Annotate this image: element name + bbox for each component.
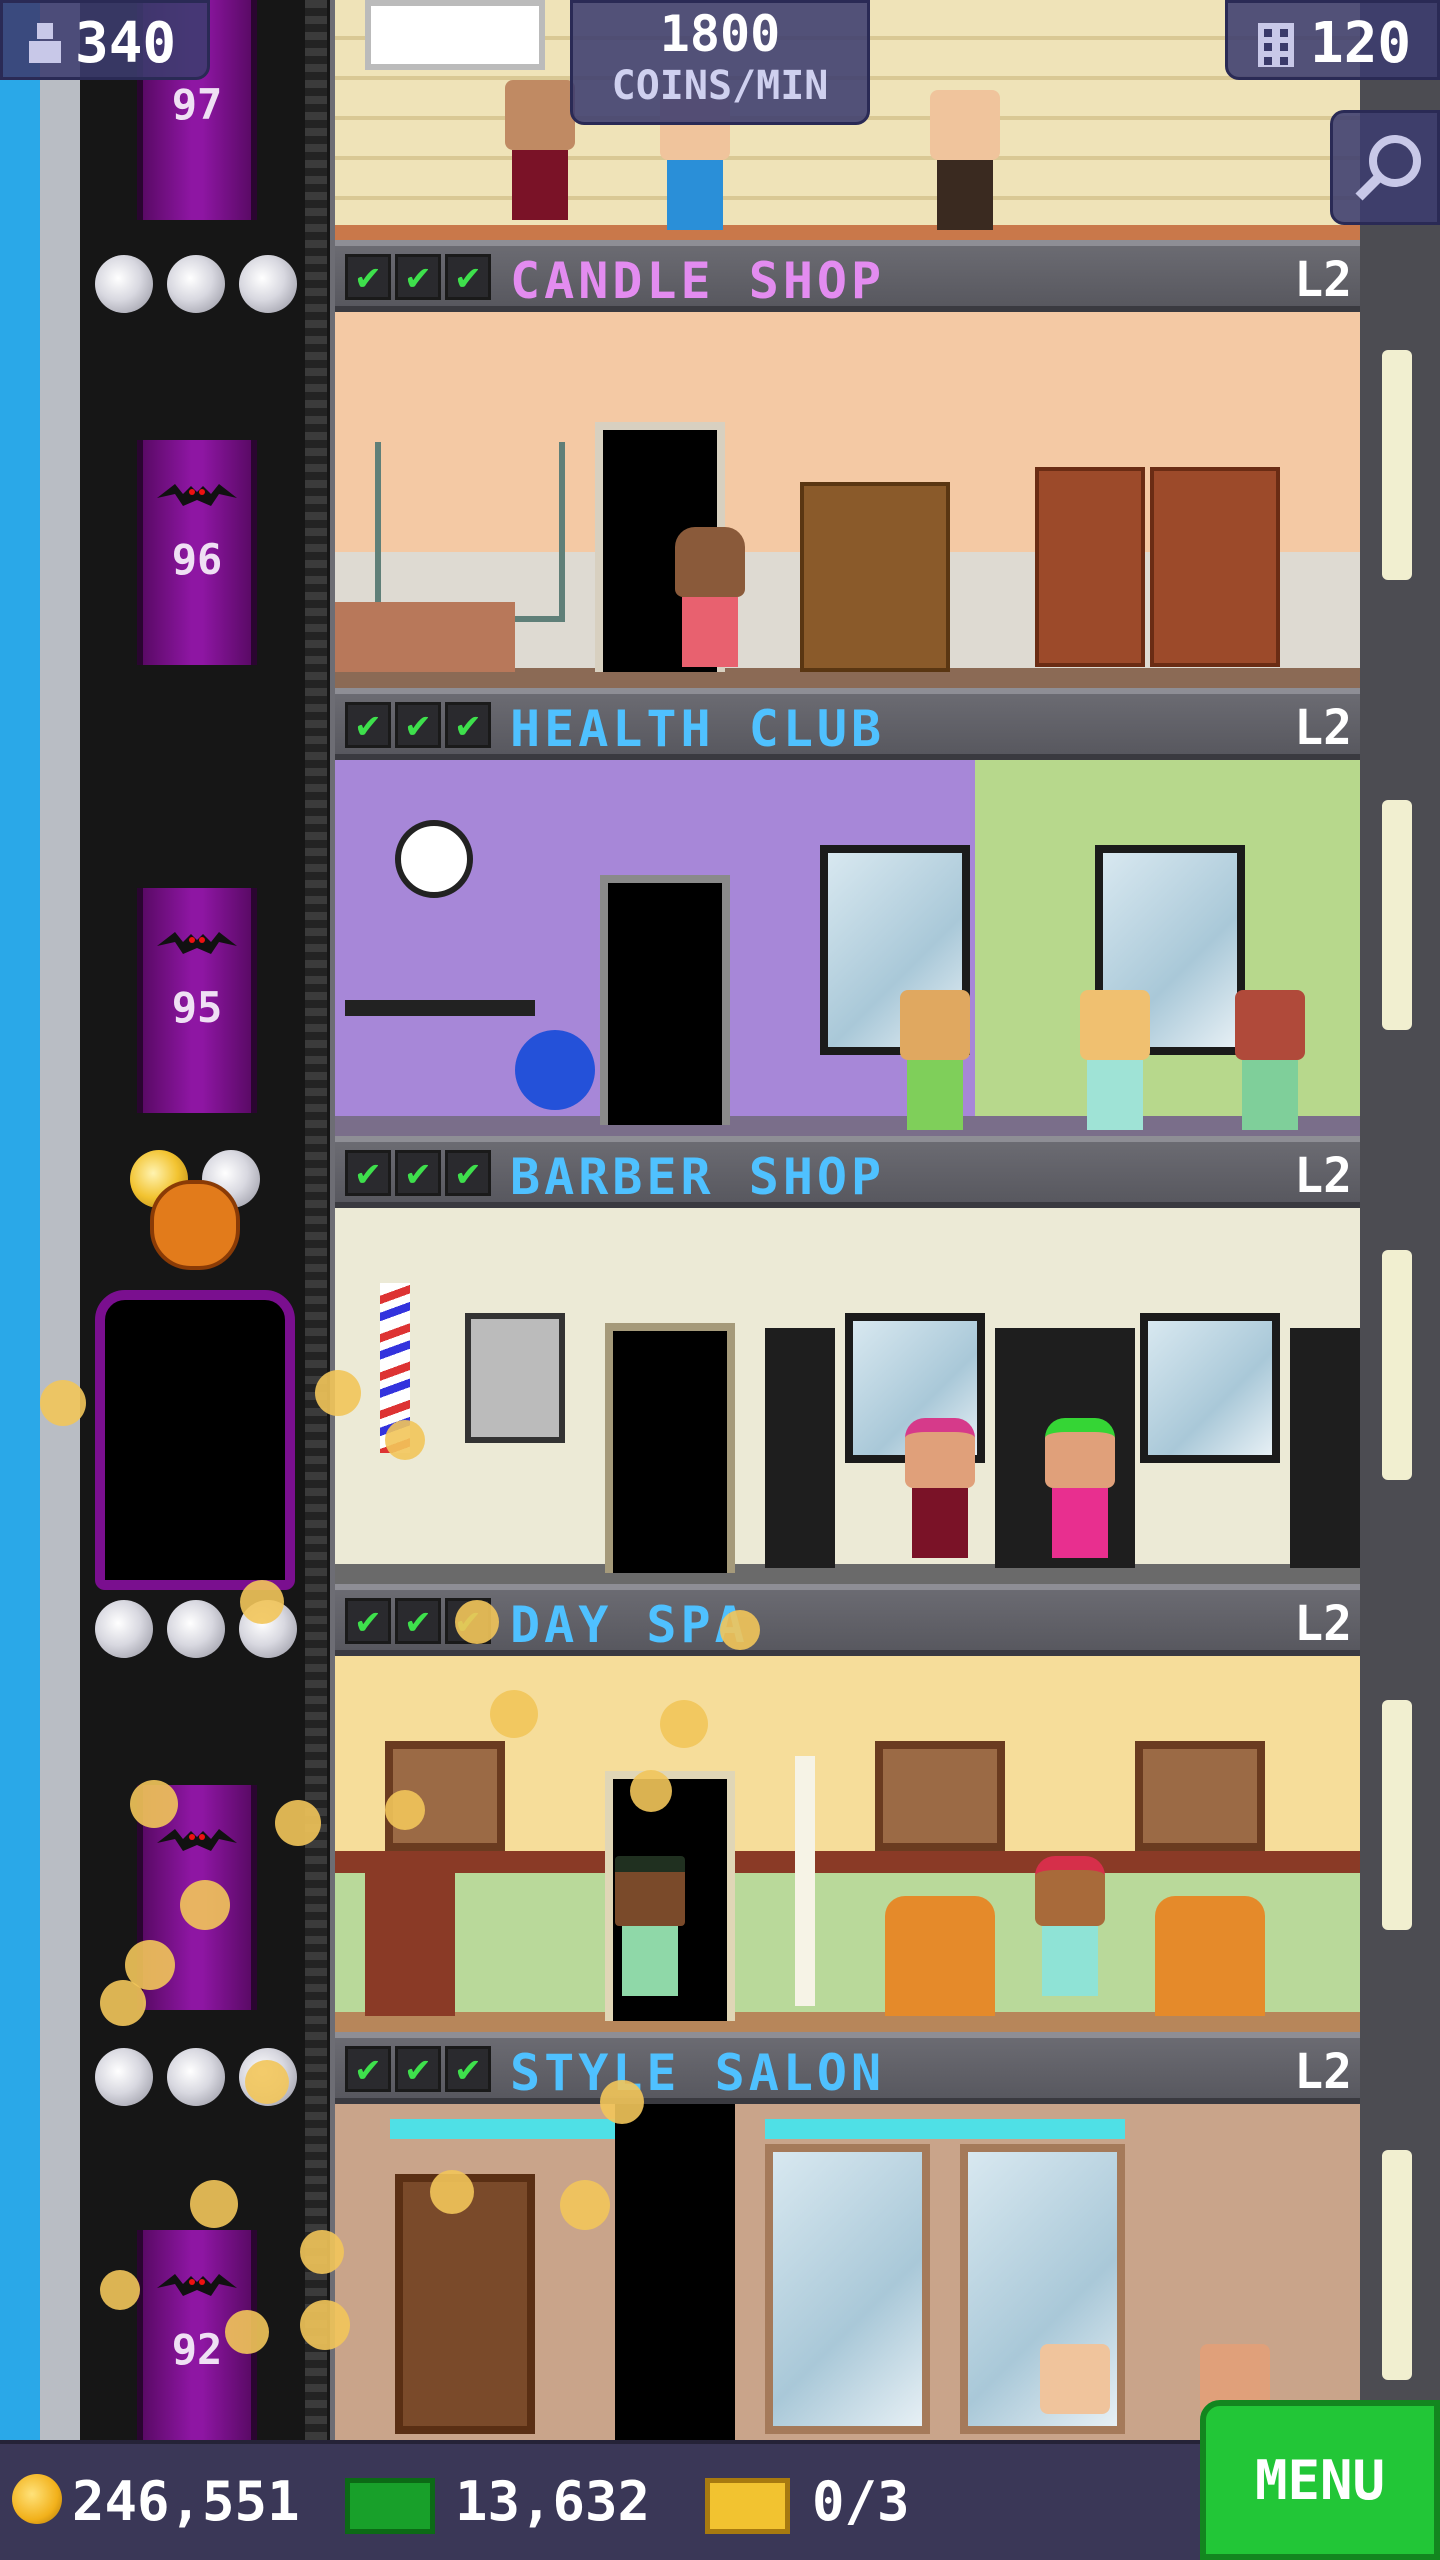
elevator-rail xyxy=(305,0,327,2440)
bat-icon xyxy=(157,1829,237,1851)
tower-resident[interactable] xyxy=(925,90,1005,240)
floor-name: HEALTH CLUB xyxy=(510,700,886,758)
sky-strip xyxy=(0,0,40,2440)
star-icon xyxy=(95,2048,153,2106)
star-icon xyxy=(167,2048,225,2106)
star-icon xyxy=(167,255,225,313)
pumpkin-icon xyxy=(150,1180,240,1270)
floor-stars xyxy=(95,255,297,313)
tower-resident[interactable] xyxy=(500,80,580,230)
bat-icon xyxy=(157,932,237,954)
check-icon: ✔ xyxy=(345,1150,391,1196)
income-value: 1800 xyxy=(659,5,781,63)
floor-level: L2 xyxy=(1294,252,1352,308)
elevator-car[interactable]: 96 xyxy=(137,440,257,665)
tower-resident[interactable] xyxy=(670,527,750,677)
star-icon xyxy=(95,1600,153,1658)
tower-right-wall xyxy=(1360,0,1440,2440)
population-value: 340 xyxy=(75,11,177,76)
check-icon: ✔ xyxy=(445,702,491,748)
star-icon xyxy=(239,255,297,313)
gym-door xyxy=(600,875,730,1125)
floor-banner[interactable]: ✔ ✔ ✔ CANDLE SHOP L2 xyxy=(335,240,1360,312)
floor-banner[interactable]: ✔ ✔ ✔ STYLE SALON L2 xyxy=(335,2032,1360,2104)
check-icon: ✔ xyxy=(395,254,441,300)
elevator-floor-number: 97 xyxy=(171,80,223,129)
tower-resident[interactable] xyxy=(1075,990,1155,1136)
stock-checks: ✔ ✔ ✔ xyxy=(345,1150,491,1198)
check-icon: ✔ xyxy=(345,2046,391,2092)
coins-value: 246,551 xyxy=(72,2470,300,2533)
elevator-floor-number: 96 xyxy=(171,535,223,584)
floor-level: L2 xyxy=(1294,2044,1352,2100)
tower-edge xyxy=(40,0,80,2440)
stock-checks: ✔ ✔ ✔ xyxy=(345,2046,491,2094)
building-icon xyxy=(1258,23,1294,67)
check-icon: ✔ xyxy=(395,2046,441,2092)
floor-name: STYLE SALON xyxy=(510,2044,886,2102)
elevator-cocoon[interactable] xyxy=(95,1290,295,1590)
clock-icon xyxy=(395,820,473,898)
floors-value: 120 xyxy=(1310,11,1412,76)
check-icon: ✔ xyxy=(445,1150,491,1196)
check-icon: ✔ xyxy=(345,254,391,300)
bux-icon xyxy=(345,2478,435,2534)
stock-checks: ✔ ✔ ✔ xyxy=(345,702,491,750)
elevator-floor-number: 95 xyxy=(171,983,223,1032)
star-icon xyxy=(95,255,153,313)
tickets-value: 0/3 xyxy=(812,2470,910,2533)
check-icon: ✔ xyxy=(395,1150,441,1196)
style-salon-room[interactable] xyxy=(335,2104,1360,2440)
bux-value: 13,632 xyxy=(455,2470,651,2533)
floors-badge[interactable]: 120 xyxy=(1225,0,1440,80)
person-icon xyxy=(29,23,61,63)
elevator-car[interactable]: 95 xyxy=(137,888,257,1113)
tower-resident[interactable] xyxy=(1040,1418,1120,1568)
floor-level: L2 xyxy=(1294,1148,1352,1204)
zoom-button[interactable] xyxy=(1330,110,1440,225)
stock-checks: ✔ ✔ ✔ xyxy=(345,254,491,302)
ticket-icon xyxy=(705,2478,790,2534)
floor-banner[interactable]: ✔ ✔ ✔ BARBER SHOP L2 xyxy=(335,1136,1360,1208)
star-icon xyxy=(167,1600,225,1658)
bat-icon xyxy=(157,2274,237,2296)
tower-resident[interactable] xyxy=(610,1856,690,2006)
population-badge[interactable]: 340 xyxy=(0,0,210,80)
tower-resident[interactable] xyxy=(900,1418,980,1568)
bat-icon xyxy=(157,484,237,506)
health-club-room[interactable] xyxy=(335,760,1360,1136)
coin-icon xyxy=(12,2474,62,2524)
income-unit: COINS/MIN xyxy=(611,63,829,109)
floor-banner[interactable]: ✔ ✔ ✔ HEALTH CLUB L2 xyxy=(335,688,1360,760)
check-icon: ✔ xyxy=(345,1598,391,1644)
tower-resident[interactable] xyxy=(1230,990,1310,1136)
check-icon: ✔ xyxy=(395,1598,441,1644)
tower-resident[interactable] xyxy=(1035,2344,1115,2440)
check-icon: ✔ xyxy=(395,702,441,748)
barber-shop-room[interactable] xyxy=(335,1208,1360,1584)
tower-resident[interactable] xyxy=(1030,1856,1110,2006)
menu-button[interactable]: MENU xyxy=(1200,2400,1440,2560)
floor-name: BARBER SHOP xyxy=(510,1148,886,1206)
floor-name: CANDLE SHOP xyxy=(510,252,886,310)
day-spa-room[interactable] xyxy=(335,1656,1360,2032)
floor-level: L2 xyxy=(1294,1596,1352,1652)
check-icon: ✔ xyxy=(445,2046,491,2092)
check-icon: ✔ xyxy=(445,254,491,300)
income-badge[interactable]: 1800 COINS/MIN xyxy=(570,0,870,125)
tower-resident[interactable] xyxy=(895,990,975,1136)
candle-shop-room[interactable] xyxy=(335,312,1360,688)
floor-name: DAY SPA xyxy=(510,1596,749,1654)
check-icon: ✔ xyxy=(345,702,391,748)
barber-door xyxy=(605,1323,735,1573)
magnifier-icon xyxy=(1355,135,1421,201)
floor-level: L2 xyxy=(1294,700,1352,756)
